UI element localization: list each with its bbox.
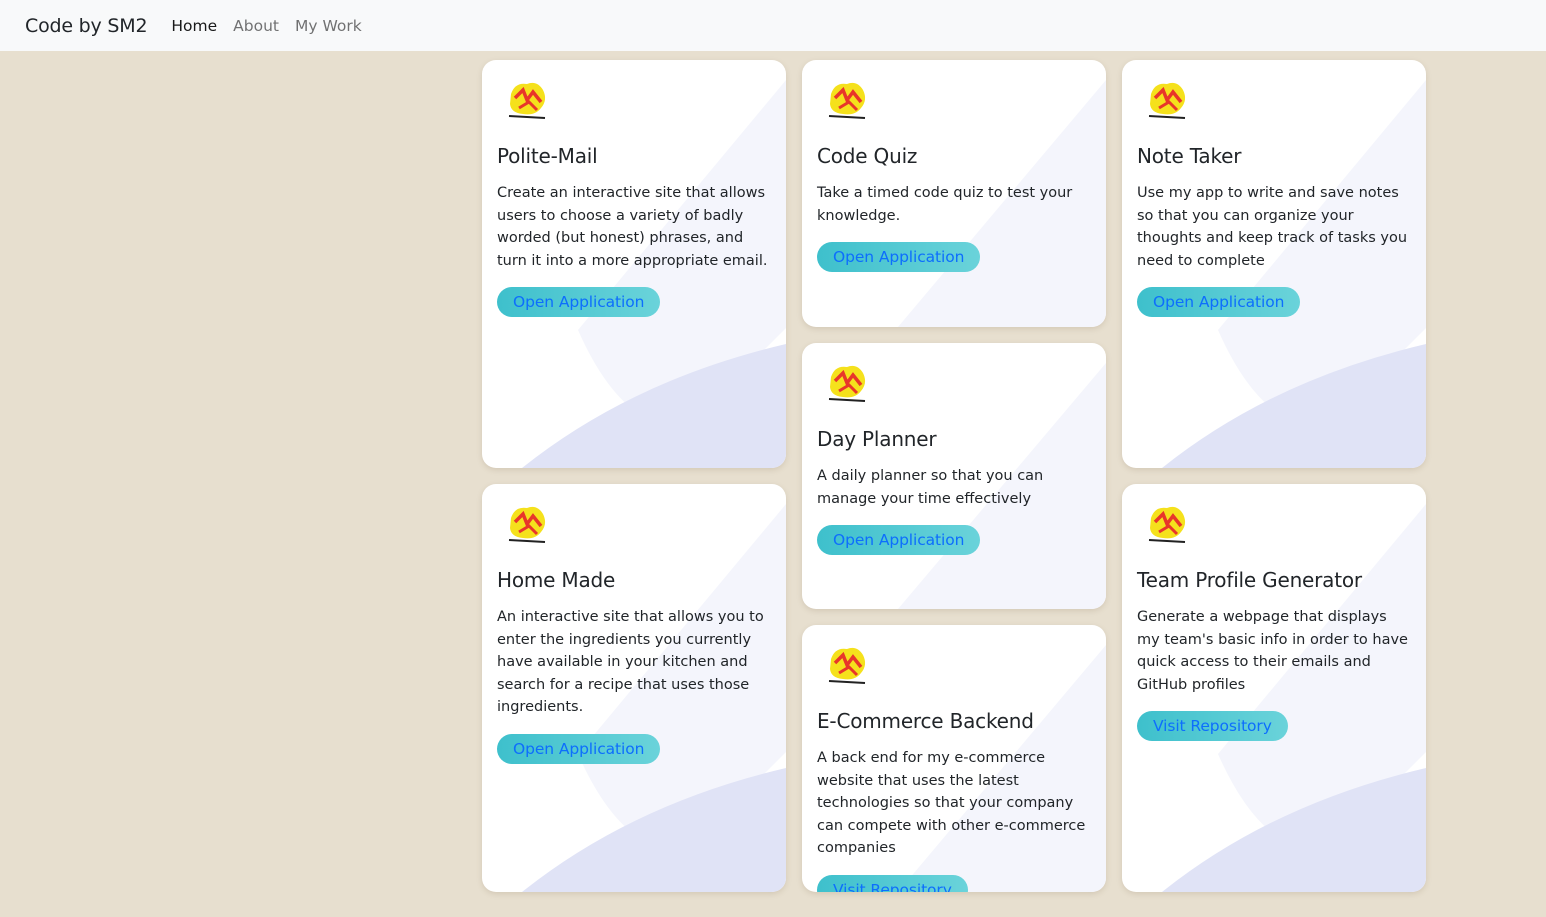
project-card-code-quiz: Code Quiz Take a timed code quiz to test… (802, 60, 1106, 327)
sm2-logo-icon (1148, 82, 1186, 119)
project-card-day-planner: Day Planner A daily planner so that you … (802, 343, 1106, 609)
open-application-button[interactable]: Open Application (817, 525, 981, 555)
sm2-logo-icon (828, 82, 866, 119)
open-application-button[interactable]: Open Application (497, 733, 661, 764)
project-card-e-commerce-backend: E-Commerce Backend A back end for my e-c… (802, 625, 1106, 892)
nav-link-about[interactable]: About (233, 17, 279, 35)
visit-repository-button[interactable]: Visit Repository (1137, 711, 1288, 741)
project-card-note-taker: Note Taker Use my app to write and save … (1122, 60, 1426, 468)
card-title: Team Profile Generator (1137, 568, 1362, 592)
nav-links: Home About My Work (171, 17, 377, 35)
open-application-button[interactable]: Open Application (497, 287, 661, 317)
sm2-logo-icon (508, 506, 546, 543)
card-description: An interactive site that allows you to e… (497, 609, 764, 715)
sm2-logo-icon (828, 647, 866, 684)
brand-link[interactable]: Code by SM2 (25, 15, 148, 37)
nav-link-home[interactable]: Home (171, 17, 217, 35)
card-title: Note Taker (1137, 144, 1242, 168)
sm2-logo-icon (1148, 506, 1186, 543)
card-description: A back end for my e-commerce website tha… (817, 750, 1086, 856)
card-description: A daily planner so that you can manage y… (817, 468, 1044, 507)
card-title: Code Quiz (817, 144, 918, 168)
card-title: Polite-Mail (497, 144, 598, 168)
nav-link-my-work[interactable]: My Work (295, 17, 362, 35)
project-card-home-made: Home Made An interactive site that allow… (482, 484, 786, 892)
sm2-logo-icon (508, 82, 546, 119)
project-card-polite-mail: Polite-Mail Create an interactive site t… (482, 60, 786, 468)
open-application-button[interactable]: Open Application (1137, 287, 1301, 317)
sm2-logo-icon (828, 365, 866, 402)
card-title: E-Commerce Backend (817, 709, 1034, 733)
card-title: Home Made (497, 568, 616, 592)
project-card-team-profile-generator: Team Profile Generator Generate a webpag… (1122, 484, 1426, 892)
visit-repository-button[interactable]: Visit Repository (817, 874, 968, 892)
card-description: Use my app to write and save notes so th… (1137, 185, 1408, 269)
card-description: Generate a webpage that displays my team… (1137, 609, 1408, 693)
card-title: Day Planner (817, 427, 937, 451)
card-description: Take a timed code quiz to test your know… (817, 185, 1073, 224)
navbar: Code by SM2 Home About My Work (0, 0, 1546, 51)
open-application-button[interactable]: Open Application (817, 242, 981, 272)
card-description: Create an interactive site that allows u… (497, 185, 768, 269)
